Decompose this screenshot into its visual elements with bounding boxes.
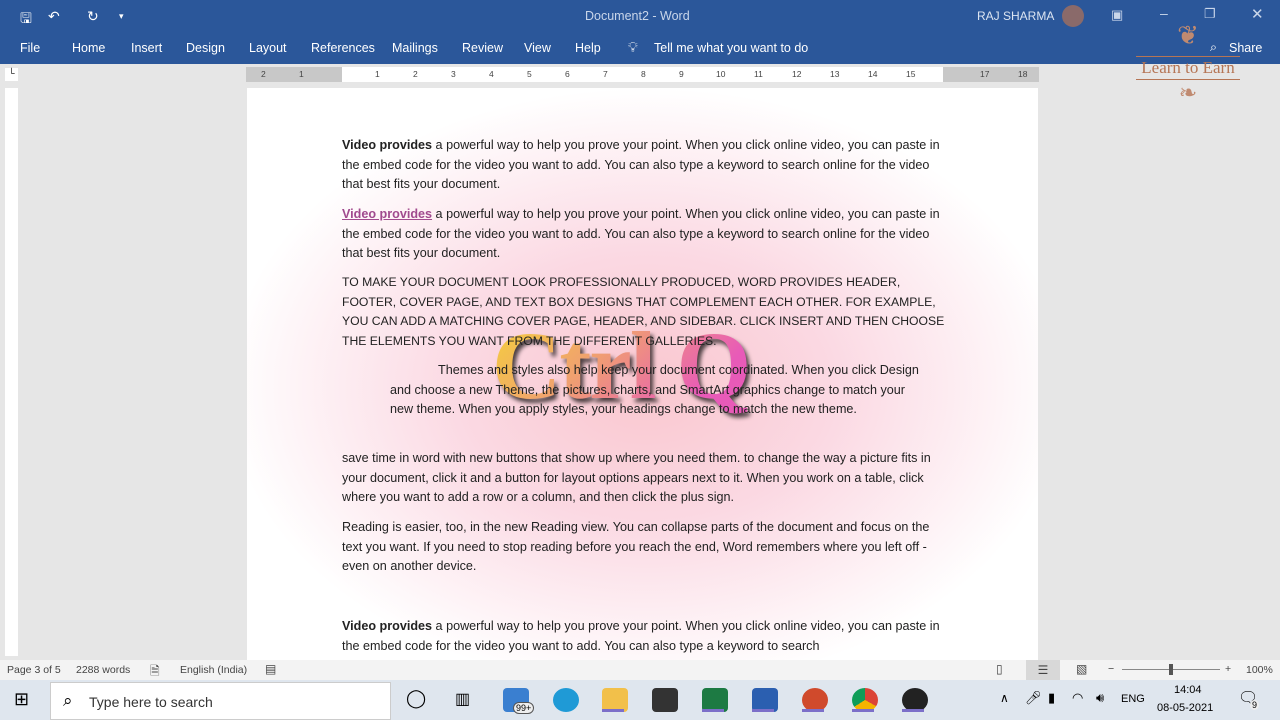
- restore-icon[interactable]: ❐: [1204, 6, 1216, 22]
- tab-view[interactable]: View: [524, 41, 551, 55]
- tab-design[interactable]: Design: [186, 41, 225, 55]
- obs-app[interactable]: [902, 688, 928, 712]
- mail-app[interactable]: 99+: [503, 688, 535, 714]
- paragraph: Reading is easier, too, in the new Readi…: [342, 520, 930, 573]
- learn-to-earn-logo: ❦ Learn to Earn ❧: [1136, 22, 1240, 128]
- macro-icon[interactable]: ▤: [265, 662, 276, 676]
- ruler-label: 10: [716, 69, 726, 79]
- ruler-label: 9: [679, 69, 684, 79]
- tab-mailings[interactable]: Mailings: [392, 41, 438, 55]
- hyperlink[interactable]: Video provides: [342, 207, 432, 221]
- language[interactable]: English (India): [180, 664, 247, 676]
- ruler-label: 1: [299, 69, 304, 79]
- ruler-label: 2: [261, 69, 266, 79]
- undo-icon[interactable]: ↶: [48, 8, 60, 25]
- tell-me-search[interactable]: Tell me what you want to do: [654, 41, 808, 55]
- show-hidden-icons[interactable]: ∧: [1000, 691, 1009, 705]
- zoom-out-button[interactable]: −: [1108, 663, 1114, 675]
- tab-layout[interactable]: Layout: [249, 41, 287, 55]
- battery-icon[interactable]: ▮: [1048, 690, 1055, 706]
- file-explorer-app[interactable]: [602, 688, 628, 712]
- minimize-icon[interactable]: –: [1160, 5, 1168, 21]
- ruler-label: 13: [830, 69, 840, 79]
- ruler-label: 12: [792, 69, 802, 79]
- customize-toolbar-icon[interactable]: ▾: [119, 11, 124, 22]
- zoom-slider[interactable]: [1122, 664, 1220, 675]
- taskbar-search[interactable]: ⌕ Type here to search: [50, 682, 391, 720]
- ruler-label: 7: [603, 69, 608, 79]
- paragraph: Video provides a powerful way to help yo…: [342, 207, 940, 260]
- ribbon-display-icon[interactable]: ▣: [1111, 7, 1123, 23]
- microphone-icon[interactable]: 🎤︎: [1025, 690, 1042, 706]
- read-mode-icon[interactable]: ▯: [996, 662, 1003, 676]
- chrome-app[interactable]: [852, 688, 878, 712]
- title-bar: 🖫 ↶ ↻ ▾ Document2 - Word RAJ SHARMA ▣ – …: [0, 0, 1280, 32]
- zoom-in-button[interactable]: +: [1225, 663, 1231, 675]
- ruler-label: 17: [980, 69, 990, 79]
- page-count[interactable]: Page 3 of 5: [7, 664, 61, 676]
- search-icon: ⌕: [63, 691, 73, 710]
- print-layout-icon[interactable]: ☰: [1026, 660, 1060, 680]
- save-icon[interactable]: 🖫: [20, 8, 32, 32]
- web-layout-icon[interactable]: ▧: [1076, 662, 1087, 676]
- horizontal-ruler[interactable]: 2 1 1 2 3 4 5 6 7 8 9 10 11 12 13 14 15 17 18: [246, 67, 1039, 82]
- zoom-level[interactable]: 100%: [1246, 664, 1273, 676]
- tab-review[interactable]: Review: [462, 41, 503, 55]
- cortana-icon[interactable]: ◯: [406, 688, 426, 709]
- powerpoint-app[interactable]: [802, 688, 828, 712]
- status-bar: Page 3 of 5 2288 words 🗎︎ English (India…: [0, 660, 1280, 680]
- lightbulb-icon: 💡︎: [628, 39, 638, 55]
- tab-references[interactable]: References: [311, 41, 375, 55]
- ruler-label: 4: [489, 69, 494, 79]
- notification-count: 9: [1250, 700, 1260, 710]
- tab-selector[interactable]: └: [5, 68, 18, 81]
- ruler-label: 8: [641, 69, 646, 79]
- word-app[interactable]: [752, 688, 778, 712]
- tab-help[interactable]: Help: [575, 41, 601, 55]
- taskbar: ⊞ ⌕ Type here to search ◯ ▥ 99+ ∧ 🎤︎ ▮ ◠…: [0, 680, 1280, 720]
- ruler-label: 1: [375, 69, 380, 79]
- ruler-label: 18: [1018, 69, 1028, 79]
- close-icon[interactable]: ✕: [1251, 5, 1264, 23]
- tab-home[interactable]: Home: [72, 41, 105, 55]
- document-page[interactable]: Video provides a powerful way to help yo…: [247, 88, 1038, 660]
- avatar[interactable]: [1062, 5, 1084, 27]
- tab-insert[interactable]: Insert: [131, 41, 162, 55]
- ribbon-tabs: File Home Insert Design Layout Reference…: [0, 32, 1280, 64]
- clock-time[interactable]: 14:04: [1174, 684, 1202, 696]
- input-language[interactable]: ENG: [1121, 693, 1145, 705]
- mail-badge: 99+: [513, 702, 535, 714]
- user-name: RAJ SHARMA: [977, 9, 1055, 23]
- word-count[interactable]: 2288 words: [76, 664, 130, 676]
- paragraph: Video provides a powerful way to help yo…: [342, 619, 940, 653]
- redo-icon[interactable]: ↻: [87, 8, 99, 25]
- clock-date[interactable]: 08-05-2021: [1157, 702, 1213, 714]
- ruler-label: 3: [451, 69, 456, 79]
- vertical-ruler[interactable]: [5, 88, 18, 656]
- paragraph: save time in word with new buttons that …: [342, 451, 931, 504]
- ruler-label: 11: [754, 69, 763, 79]
- ruler-label: 5: [527, 69, 532, 79]
- window-title: Document2 - Word: [585, 9, 690, 23]
- store-app[interactable]: [652, 688, 678, 712]
- edge-app[interactable]: [553, 688, 579, 712]
- ruler-label: 6: [565, 69, 570, 79]
- tab-file[interactable]: File: [20, 41, 40, 55]
- wifi-icon[interactable]: ◠: [1072, 690, 1083, 706]
- volume-icon[interactable]: 🔊︎: [1096, 690, 1104, 706]
- windows-start-icon[interactable]: ⊞: [14, 689, 29, 710]
- ruler-label: 14: [868, 69, 878, 79]
- paragraph-uppercase: TO MAKE YOUR DOCUMENT LOOK PROFESSIONALL…: [342, 275, 945, 348]
- paragraph-indented: Themes and styles also help keep your do…: [390, 363, 919, 416]
- excel-app[interactable]: [702, 688, 728, 712]
- ruler-label: 15: [906, 69, 916, 79]
- task-view-icon[interactable]: ▥: [455, 689, 470, 709]
- ruler-label: 2: [413, 69, 418, 79]
- paragraph: Video provides a powerful way to help yo…: [342, 138, 940, 191]
